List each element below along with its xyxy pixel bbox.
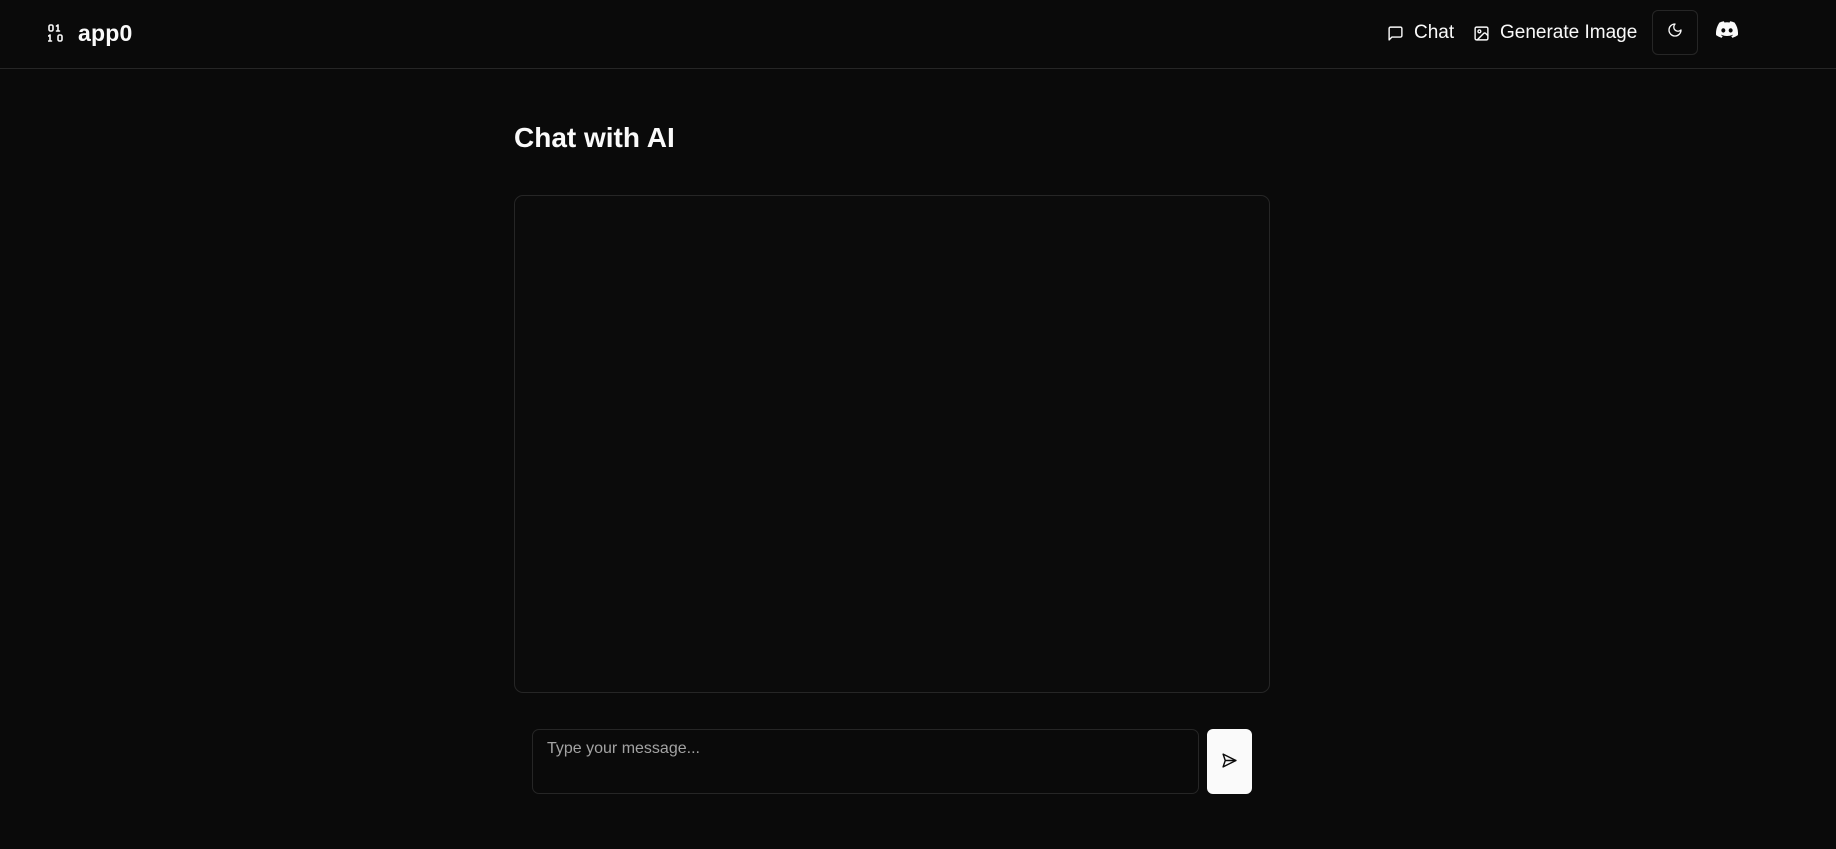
top-navbar: app0 Chat Generate Image — [0, 0, 1836, 69]
send-icon — [1221, 752, 1238, 772]
message-square-icon — [1387, 25, 1404, 42]
nav-chat-link[interactable]: Chat — [1387, 20, 1454, 46]
binary-icon — [48, 24, 64, 42]
chat-messages-area[interactable] — [514, 195, 1270, 693]
image-icon — [1473, 25, 1490, 42]
message-input[interactable] — [532, 729, 1199, 794]
page-title: Chat with AI — [514, 122, 675, 153]
moon-icon — [1667, 22, 1683, 43]
discord-icon — [1716, 21, 1739, 43]
send-button[interactable] — [1207, 729, 1252, 794]
nav-generate-image-label: Generate Image — [1500, 22, 1638, 43]
brand-logo-link[interactable]: app0 — [48, 18, 132, 48]
nav-chat-label: Chat — [1414, 22, 1455, 43]
discord-link[interactable] — [1713, 18, 1741, 46]
brand-name: app0 — [78, 19, 133, 46]
nav-generate-image-link[interactable]: Generate Image — [1473, 20, 1637, 46]
theme-toggle-button[interactable] — [1652, 10, 1698, 55]
